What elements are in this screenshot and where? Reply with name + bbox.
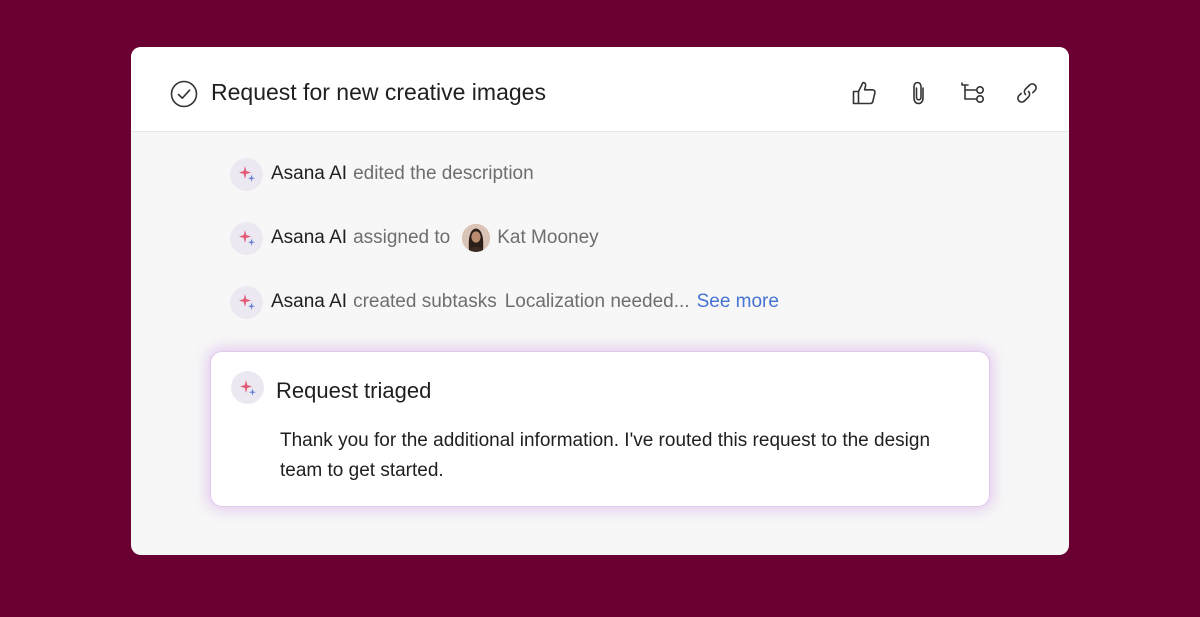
subtasks-button[interactable]	[957, 77, 989, 109]
task-header: Request for new creative images	[131, 47, 1069, 132]
ai-sparkle-icon	[238, 166, 255, 182]
see-more-link[interactable]: See more	[697, 291, 779, 313]
activity-verb: assigned to	[353, 227, 451, 248]
task-panel: Request for new creative images Asana AI…	[131, 47, 1069, 555]
asana-ai-avatar	[230, 157, 263, 191]
card-message: Thank you for the additional information…	[280, 430, 931, 481]
activity-verb: edited the description	[353, 163, 534, 184]
asana-ai-avatar	[231, 371, 264, 404]
asana-ai-avatar	[230, 221, 263, 255]
activity-item: Asana AI created subtasks Localization n…	[230, 285, 779, 319]
link-icon	[1017, 83, 1037, 103]
complete-task-check-icon[interactable]	[170, 80, 198, 108]
activity-item: Asana AI assigned to Kat Mooney	[230, 221, 599, 255]
request-triaged-card: Request triaged Thank you for the additi…	[210, 351, 990, 507]
attach-button[interactable]	[903, 77, 935, 109]
activity-actor[interactable]: Asana AI	[271, 291, 347, 313]
assignee-name[interactable]: Kat Mooney	[497, 227, 598, 249]
activity-item: Asana AI edited the description	[230, 157, 534, 191]
copy-link-button[interactable]	[1011, 77, 1043, 109]
subtask-names[interactable]: Localization needed...	[505, 291, 690, 313]
asana-ai-avatar	[230, 285, 263, 319]
paperclip-icon	[913, 81, 924, 105]
activity-actor[interactable]: Asana AI	[271, 227, 347, 249]
ai-sparkle-icon	[239, 379, 256, 396]
subtasks-icon	[961, 82, 984, 103]
ai-sparkle-icon	[238, 294, 255, 310]
like-button[interactable]	[848, 77, 880, 109]
activity-verb: created subtasks	[353, 291, 497, 312]
thumbs-up-icon	[852, 81, 876, 105]
card-title: Request triaged	[276, 378, 432, 403]
assignee-avatar[interactable]	[462, 224, 491, 252]
ai-sparkle-icon	[238, 230, 255, 246]
task-title[interactable]: Request for new creative images	[211, 79, 546, 106]
activity-actor[interactable]: Asana AI	[271, 163, 347, 185]
